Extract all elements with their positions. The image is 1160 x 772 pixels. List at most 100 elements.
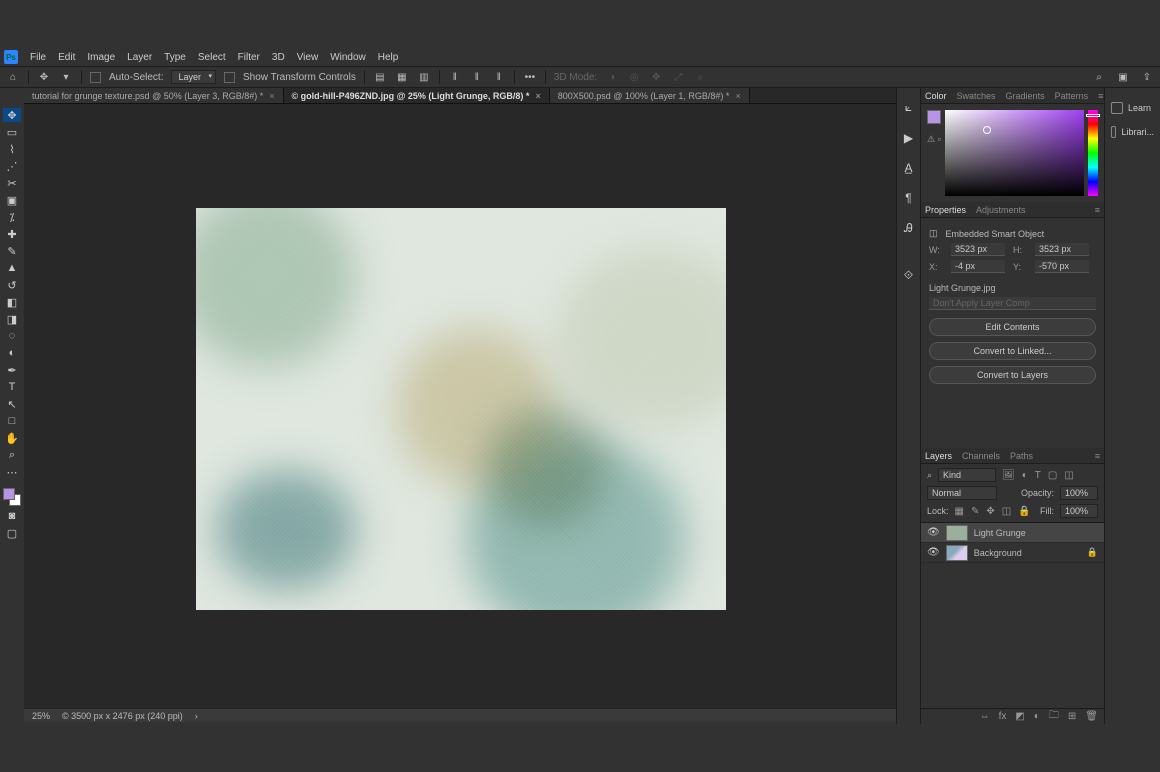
screen-mode-tool[interactable]: ▢: [3, 526, 21, 540]
lock-image-icon[interactable]: ✎: [971, 506, 979, 517]
auto-select-dropdown[interactable]: Layer: [171, 70, 216, 84]
tab-properties[interactable]: Properties: [925, 205, 966, 215]
share-icon[interactable]: ⇪: [1140, 70, 1154, 84]
menu-filter[interactable]: Filter: [232, 50, 266, 65]
glyphs-icon[interactable]: Ꭿ: [904, 221, 913, 236]
lock-transparency-icon[interactable]: ▦: [955, 506, 964, 517]
lock-all-icon[interactable]: 🔒: [1018, 506, 1030, 517]
status-arrow-icon[interactable]: ›: [195, 711, 198, 721]
healing-tool[interactable]: ✚: [3, 227, 21, 241]
align-center-icon[interactable]: ▦: [395, 70, 409, 84]
visibility-icon[interactable]: 👁: [927, 527, 940, 538]
filter-pixel-icon[interactable]: 🖼: [1002, 470, 1015, 481]
distribute-middle-icon[interactable]: ‖: [470, 70, 484, 84]
frame-tool[interactable]: ▣: [3, 193, 21, 207]
lock-position-icon[interactable]: ✥: [986, 506, 994, 517]
workspace-icon[interactable]: ▣: [1116, 70, 1130, 84]
tab-close-icon[interactable]: ×: [535, 91, 540, 101]
layercomp-dropdown[interactable]: Don't Apply Layer Comp: [929, 297, 1096, 310]
wand-tool[interactable]: ⋰: [3, 159, 21, 173]
tab-color[interactable]: Color: [925, 91, 947, 101]
tab-paths[interactable]: Paths: [1010, 451, 1033, 461]
align-left-icon[interactable]: ▤: [373, 70, 387, 84]
quick-mask-tool[interactable]: ◙: [3, 509, 21, 523]
menu-3d[interactable]: 3D: [266, 50, 291, 65]
tab-channels[interactable]: Channels: [962, 451, 1000, 461]
layer-row[interactable]: 👁 Light Grunge: [921, 523, 1104, 543]
auto-select-checkbox[interactable]: [90, 72, 101, 83]
align-right-icon[interactable]: ▥: [417, 70, 431, 84]
panel-menu-icon[interactable]: ≡: [1095, 205, 1100, 215]
group-icon[interactable]: 🗀: [1049, 708, 1059, 725]
panel-menu-icon[interactable]: ≡: [1095, 451, 1100, 461]
tab-close-icon[interactable]: ×: [269, 91, 274, 101]
tab-patterns[interactable]: Patterns: [1055, 91, 1089, 101]
shape-tool[interactable]: □: [3, 414, 21, 428]
more-icon[interactable]: •••: [523, 70, 537, 84]
panel-menu-icon[interactable]: ≡: [1098, 91, 1103, 101]
menu-help[interactable]: Help: [372, 50, 405, 65]
tab-layers[interactable]: Layers: [925, 451, 952, 461]
layer-name[interactable]: Light Grunge: [974, 528, 1026, 538]
visibility-icon[interactable]: 👁: [927, 547, 940, 558]
doc-tab[interactable]: © gold-hill-P496ZND.jpg @ 25% (Light Gru…: [284, 88, 550, 103]
adjustment-layer-icon[interactable]: ◐: [1034, 711, 1040, 722]
link-layers-icon[interactable]: ⇔: [980, 711, 990, 722]
tab-gradients[interactable]: Gradients: [1006, 91, 1045, 101]
brush-tool[interactable]: ✎: [3, 244, 21, 258]
gamut-warning-icon[interactable]: ⚠ ▫: [927, 134, 941, 145]
dropdown-icon[interactable]: ▾: [59, 70, 73, 84]
menu-type[interactable]: Type: [158, 50, 192, 65]
3d-icon[interactable]: ⟐: [904, 268, 913, 283]
zoom-tool[interactable]: ⌕: [3, 448, 21, 462]
menu-select[interactable]: Select: [192, 50, 232, 65]
menu-layer[interactable]: Layer: [121, 50, 158, 65]
new-layer-icon[interactable]: ⊞: [1068, 711, 1076, 722]
filter-type-icon[interactable]: T: [1035, 470, 1041, 481]
layer-style-icon[interactable]: fx: [999, 711, 1007, 722]
search-icon[interactable]: ⌕: [1092, 70, 1106, 84]
doc-tab[interactable]: 800X500.psd @ 100% (Layer 1, RGB/8#) *×: [550, 88, 750, 103]
convert-linked-button[interactable]: Convert to Linked...: [929, 342, 1096, 360]
edit-toolbar[interactable]: ⋯: [3, 465, 21, 479]
filter-adjust-icon[interactable]: ◐: [1022, 470, 1028, 481]
gradient-tool[interactable]: ◨: [3, 312, 21, 326]
foreground-swatch[interactable]: [927, 110, 941, 124]
path-tool[interactable]: ↖: [3, 397, 21, 411]
menu-file[interactable]: File: [24, 50, 52, 65]
character-icon[interactable]: A̲: [904, 161, 912, 175]
width-input[interactable]: 3523 px: [951, 243, 1005, 256]
doc-info[interactable]: © 3500 px x 2476 px (240 ppi): [62, 711, 183, 721]
learn-panel-button[interactable]: Learn: [1105, 96, 1160, 120]
color-picker[interactable]: [945, 110, 1084, 196]
layer-name[interactable]: Background: [974, 548, 1022, 558]
layer-mask-icon[interactable]: ◩: [1015, 711, 1024, 722]
layer-thumb[interactable]: [946, 545, 968, 561]
hand-tool[interactable]: ✋: [3, 431, 21, 445]
move-tool-icon[interactable]: ✥: [37, 70, 51, 84]
filter-shape-icon[interactable]: ▢: [1048, 470, 1057, 481]
menu-edit[interactable]: Edit: [52, 50, 81, 65]
color-swatches[interactable]: [3, 488, 21, 506]
home-icon[interactable]: ⌂: [6, 70, 20, 84]
delete-layer-icon[interactable]: 🗑: [1085, 711, 1098, 722]
layer-thumb[interactable]: [946, 525, 968, 541]
distribute-top-icon[interactable]: ‖: [448, 70, 462, 84]
pen-tool[interactable]: ✒: [3, 363, 21, 377]
stamp-tool[interactable]: ▲: [3, 261, 21, 275]
layer-row[interactable]: 👁 Background 🔒: [921, 543, 1104, 563]
eyedropper-tool[interactable]: ⁒: [3, 210, 21, 224]
blur-tool[interactable]: ◌: [3, 329, 21, 343]
edit-contents-button[interactable]: Edit Contents: [929, 318, 1096, 336]
filter-smart-icon[interactable]: ◫: [1064, 470, 1073, 481]
tab-close-icon[interactable]: ×: [735, 91, 740, 101]
filter-kind-dropdown[interactable]: Kind: [938, 468, 996, 482]
opacity-input[interactable]: 100%: [1060, 486, 1098, 500]
paragraph-icon[interactable]: ¶: [905, 191, 911, 205]
convert-layers-button[interactable]: Convert to Layers: [929, 366, 1096, 384]
brush-settings-icon[interactable]: ⟀: [905, 100, 912, 115]
crop-tool[interactable]: ✂: [3, 176, 21, 190]
lock-icon[interactable]: 🔒: [1087, 547, 1098, 558]
type-tool[interactable]: T: [3, 380, 21, 394]
move-tool[interactable]: ✥: [3, 108, 21, 122]
